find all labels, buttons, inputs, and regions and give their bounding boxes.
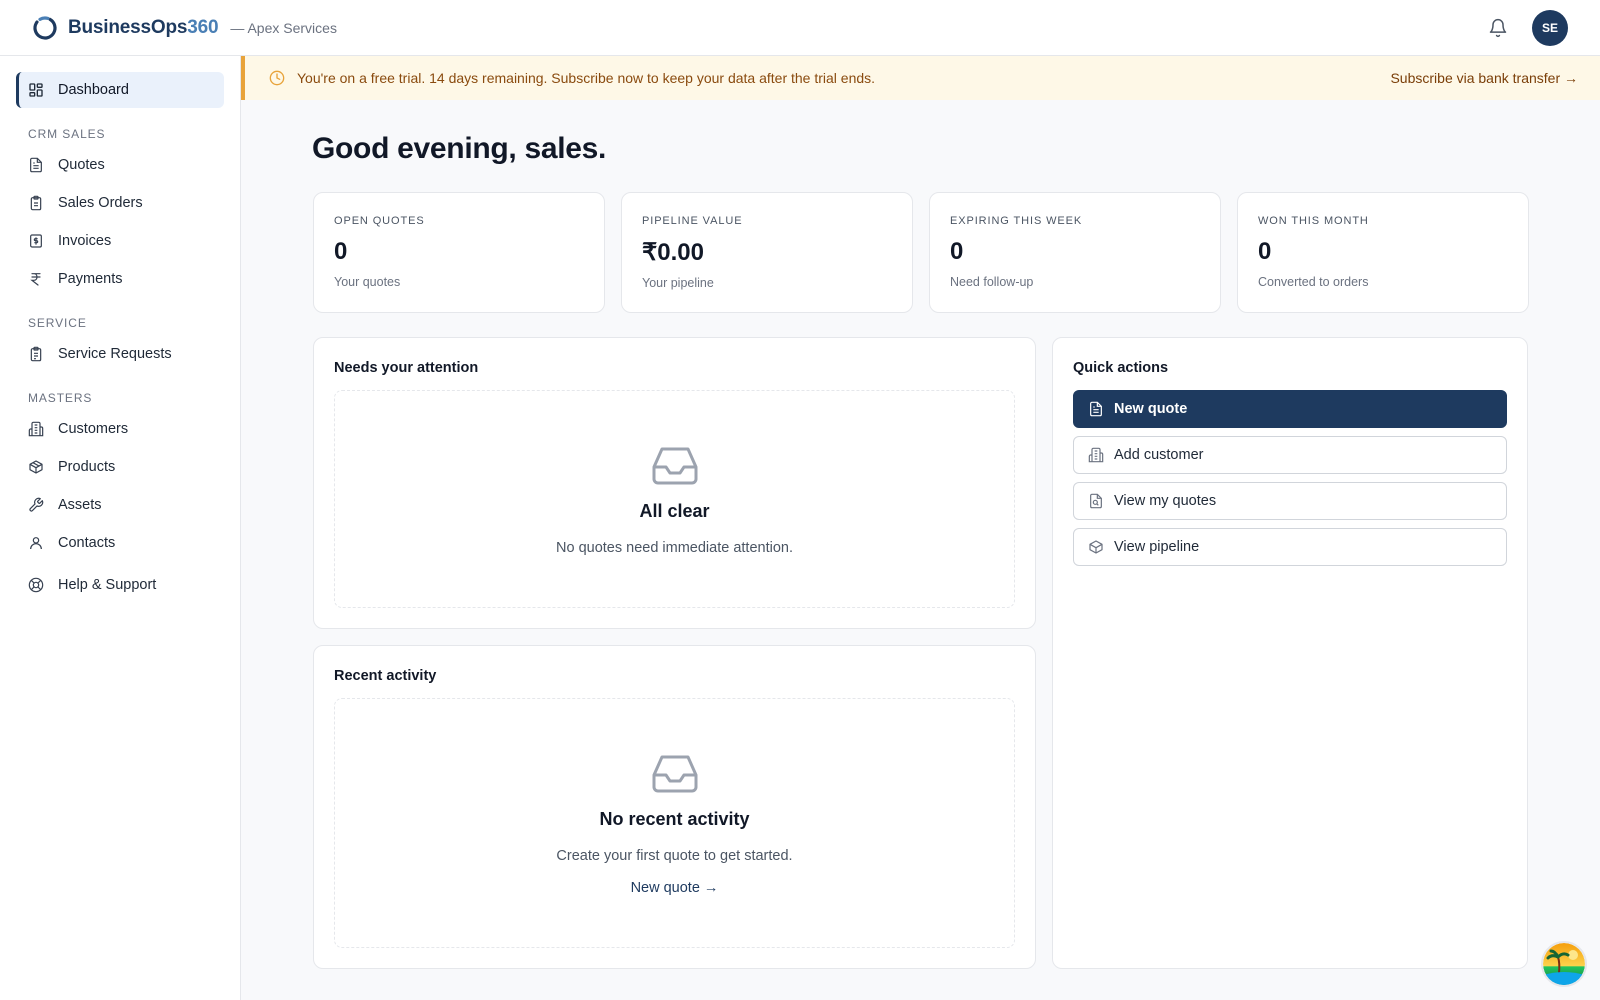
sidebar-item-label: Sales Orders: [58, 195, 143, 211]
sidebar-section-crm-sales: CRM SALES: [28, 127, 106, 141]
brand-name: BusinessOps360: [68, 16, 219, 38]
sidebar: Dashboard CRM SALES Quotes Sales Orders …: [0, 56, 241, 1000]
logo-icon: [33, 15, 57, 40]
quick-actions-title: Quick actions: [1073, 360, 1169, 376]
kpi-value: ₹0.00: [642, 239, 704, 266]
kpi-label: WON THIS MONTH: [1258, 215, 1369, 227]
user-icon: [30, 537, 42, 550]
package-icon: [29, 460, 43, 474]
inbox-icon: [652, 447, 697, 485]
building-icon: [28, 421, 44, 437]
clipboard-list-icon: [30, 346, 42, 362]
button-label: View pipeline: [1114, 539, 1200, 555]
rupee-icon: [30, 273, 41, 286]
sidebar-item-label: Customers: [58, 421, 129, 437]
sidebar-item-quotes[interactable]: Quotes: [16, 147, 224, 183]
kpi-subtitle: Your pipeline: [642, 276, 714, 290]
attention-card: Needs your attention All clear No quotes…: [313, 337, 1036, 629]
sidebar-section-masters: MASTERS: [28, 391, 93, 405]
sidebar-item-help-support[interactable]: Help & Support: [16, 567, 224, 603]
sidebar-item-invoices[interactable]: Invoices: [16, 223, 224, 259]
kpi-card-expiring-this-week: EXPIRING THIS WEEK 0 Need follow-up: [929, 192, 1221, 313]
dashboard-icon: [29, 83, 43, 97]
button-label: Add customer: [1114, 447, 1204, 463]
beach-avatar-icon: [1543, 943, 1585, 985]
add-customer-button[interactable]: Add customer: [1073, 436, 1507, 474]
kpi-label: EXPIRING THIS WEEK: [950, 215, 1083, 227]
sidebar-item-customers[interactable]: Customers: [16, 411, 224, 447]
kpi-card-won-this-month: WON THIS MONTH 0 Converted to orders: [1237, 192, 1529, 313]
sidebar-item-label: Contacts: [58, 535, 116, 551]
button-label: View my quotes: [1114, 493, 1217, 509]
kpi-value: 0: [1258, 238, 1272, 265]
sidebar-item-label: Invoices: [58, 233, 112, 249]
quick-actions-card: Quick actions New quote Add customer Vie…: [1052, 337, 1528, 969]
sidebar-item-label: Dashboard: [58, 82, 129, 98]
view-pipeline-button[interactable]: View pipeline: [1073, 528, 1507, 566]
sidebar-item-sales-orders[interactable]: Sales Orders: [16, 185, 224, 221]
sidebar-item-contacts[interactable]: Contacts: [16, 525, 224, 561]
sidebar-item-label: Service Requests: [58, 346, 172, 362]
kpi-value: 0: [334, 238, 348, 265]
brand[interactable]: BusinessOps360 — Apex Services: [32, 15, 337, 41]
view-my-quotes-button[interactable]: View my quotes: [1073, 482, 1507, 520]
sidebar-item-label: Help & Support: [58, 577, 157, 593]
document-icon: [1090, 401, 1102, 417]
sidebar-item-payments[interactable]: Payments: [16, 261, 224, 297]
page-title: Good evening, sales.: [312, 132, 607, 165]
sidebar-item-label: Payments: [58, 271, 123, 287]
clock-icon: [269, 70, 285, 86]
inbox-icon: [652, 755, 697, 793]
invoice-icon: [30, 234, 42, 248]
trial-banner-text: You're on a free trial. 14 days remainin…: [297, 70, 876, 86]
package-icon: [1089, 540, 1103, 554]
sidebar-section-service: SERVICE: [28, 316, 87, 330]
kpi-label: PIPELINE VALUE: [642, 215, 743, 227]
new-quote-button[interactable]: New quote: [1073, 390, 1507, 428]
kpi-label: OPEN QUOTES: [334, 215, 425, 227]
attention-empty-state: All clear No quotes need immediate atten…: [334, 390, 1015, 608]
activity-empty-description: Create your first quote to get started.: [556, 848, 793, 864]
kpi-row: OPEN QUOTES 0 Your quotes PIPELINE VALUE…: [313, 192, 1529, 313]
assistant-fab-button[interactable]: [1541, 941, 1587, 987]
clipboard-icon: [30, 195, 42, 211]
wrench-icon: [29, 497, 44, 512]
bell-icon: [1489, 18, 1507, 38]
subscribe-link[interactable]: Subscribe via bank transfer →: [1390, 70, 1578, 86]
activity-empty-title: No recent activity: [599, 809, 750, 829]
new-quote-link[interactable]: New quote →: [631, 880, 719, 896]
activity-empty-state: No recent activity Create your first quo…: [334, 698, 1015, 948]
sidebar-item-service-requests[interactable]: Service Requests: [16, 336, 224, 372]
building-icon: [1088, 447, 1104, 463]
attention-title: Needs your attention: [334, 360, 479, 376]
attention-empty-title: All clear: [639, 501, 710, 521]
sidebar-item-label: Quotes: [58, 157, 105, 173]
button-label: New quote: [1114, 401, 1188, 417]
kpi-subtitle: Your quotes: [334, 275, 401, 289]
sidebar-item-products[interactable]: Products: [16, 449, 224, 485]
brand-number: 360: [187, 16, 219, 38]
life-buoy-icon: [28, 577, 44, 593]
document-icon: [30, 157, 42, 173]
sidebar-item-assets[interactable]: Assets: [16, 487, 224, 523]
kpi-subtitle: Converted to orders: [1258, 275, 1369, 289]
sidebar-item-dashboard[interactable]: Dashboard: [16, 72, 224, 108]
kpi-card-open-quotes: OPEN QUOTES 0 Your quotes: [313, 192, 605, 313]
organization-name: — Apex Services: [230, 19, 337, 36]
sidebar-item-label: Products: [58, 459, 116, 475]
trial-banner: You're on a free trial. 14 days remainin…: [241, 56, 1600, 100]
recent-activity-title: Recent activity: [334, 668, 437, 684]
kpi-subtitle: Need follow-up: [950, 275, 1034, 289]
notifications-button[interactable]: [1480, 10, 1516, 46]
sidebar-item-label: Assets: [58, 497, 102, 513]
top-bar: BusinessOps360 — Apex Services SE: [0, 0, 1600, 56]
file-search-icon: [1090, 493, 1102, 509]
user-avatar[interactable]: SE: [1532, 10, 1568, 46]
recent-activity-card: Recent activity No recent activity Creat…: [313, 645, 1036, 969]
kpi-card-pipeline-value: PIPELINE VALUE ₹0.00 Your pipeline: [621, 192, 913, 313]
kpi-value: 0: [950, 238, 964, 265]
attention-empty-description: No quotes need immediate attention.: [556, 540, 793, 556]
